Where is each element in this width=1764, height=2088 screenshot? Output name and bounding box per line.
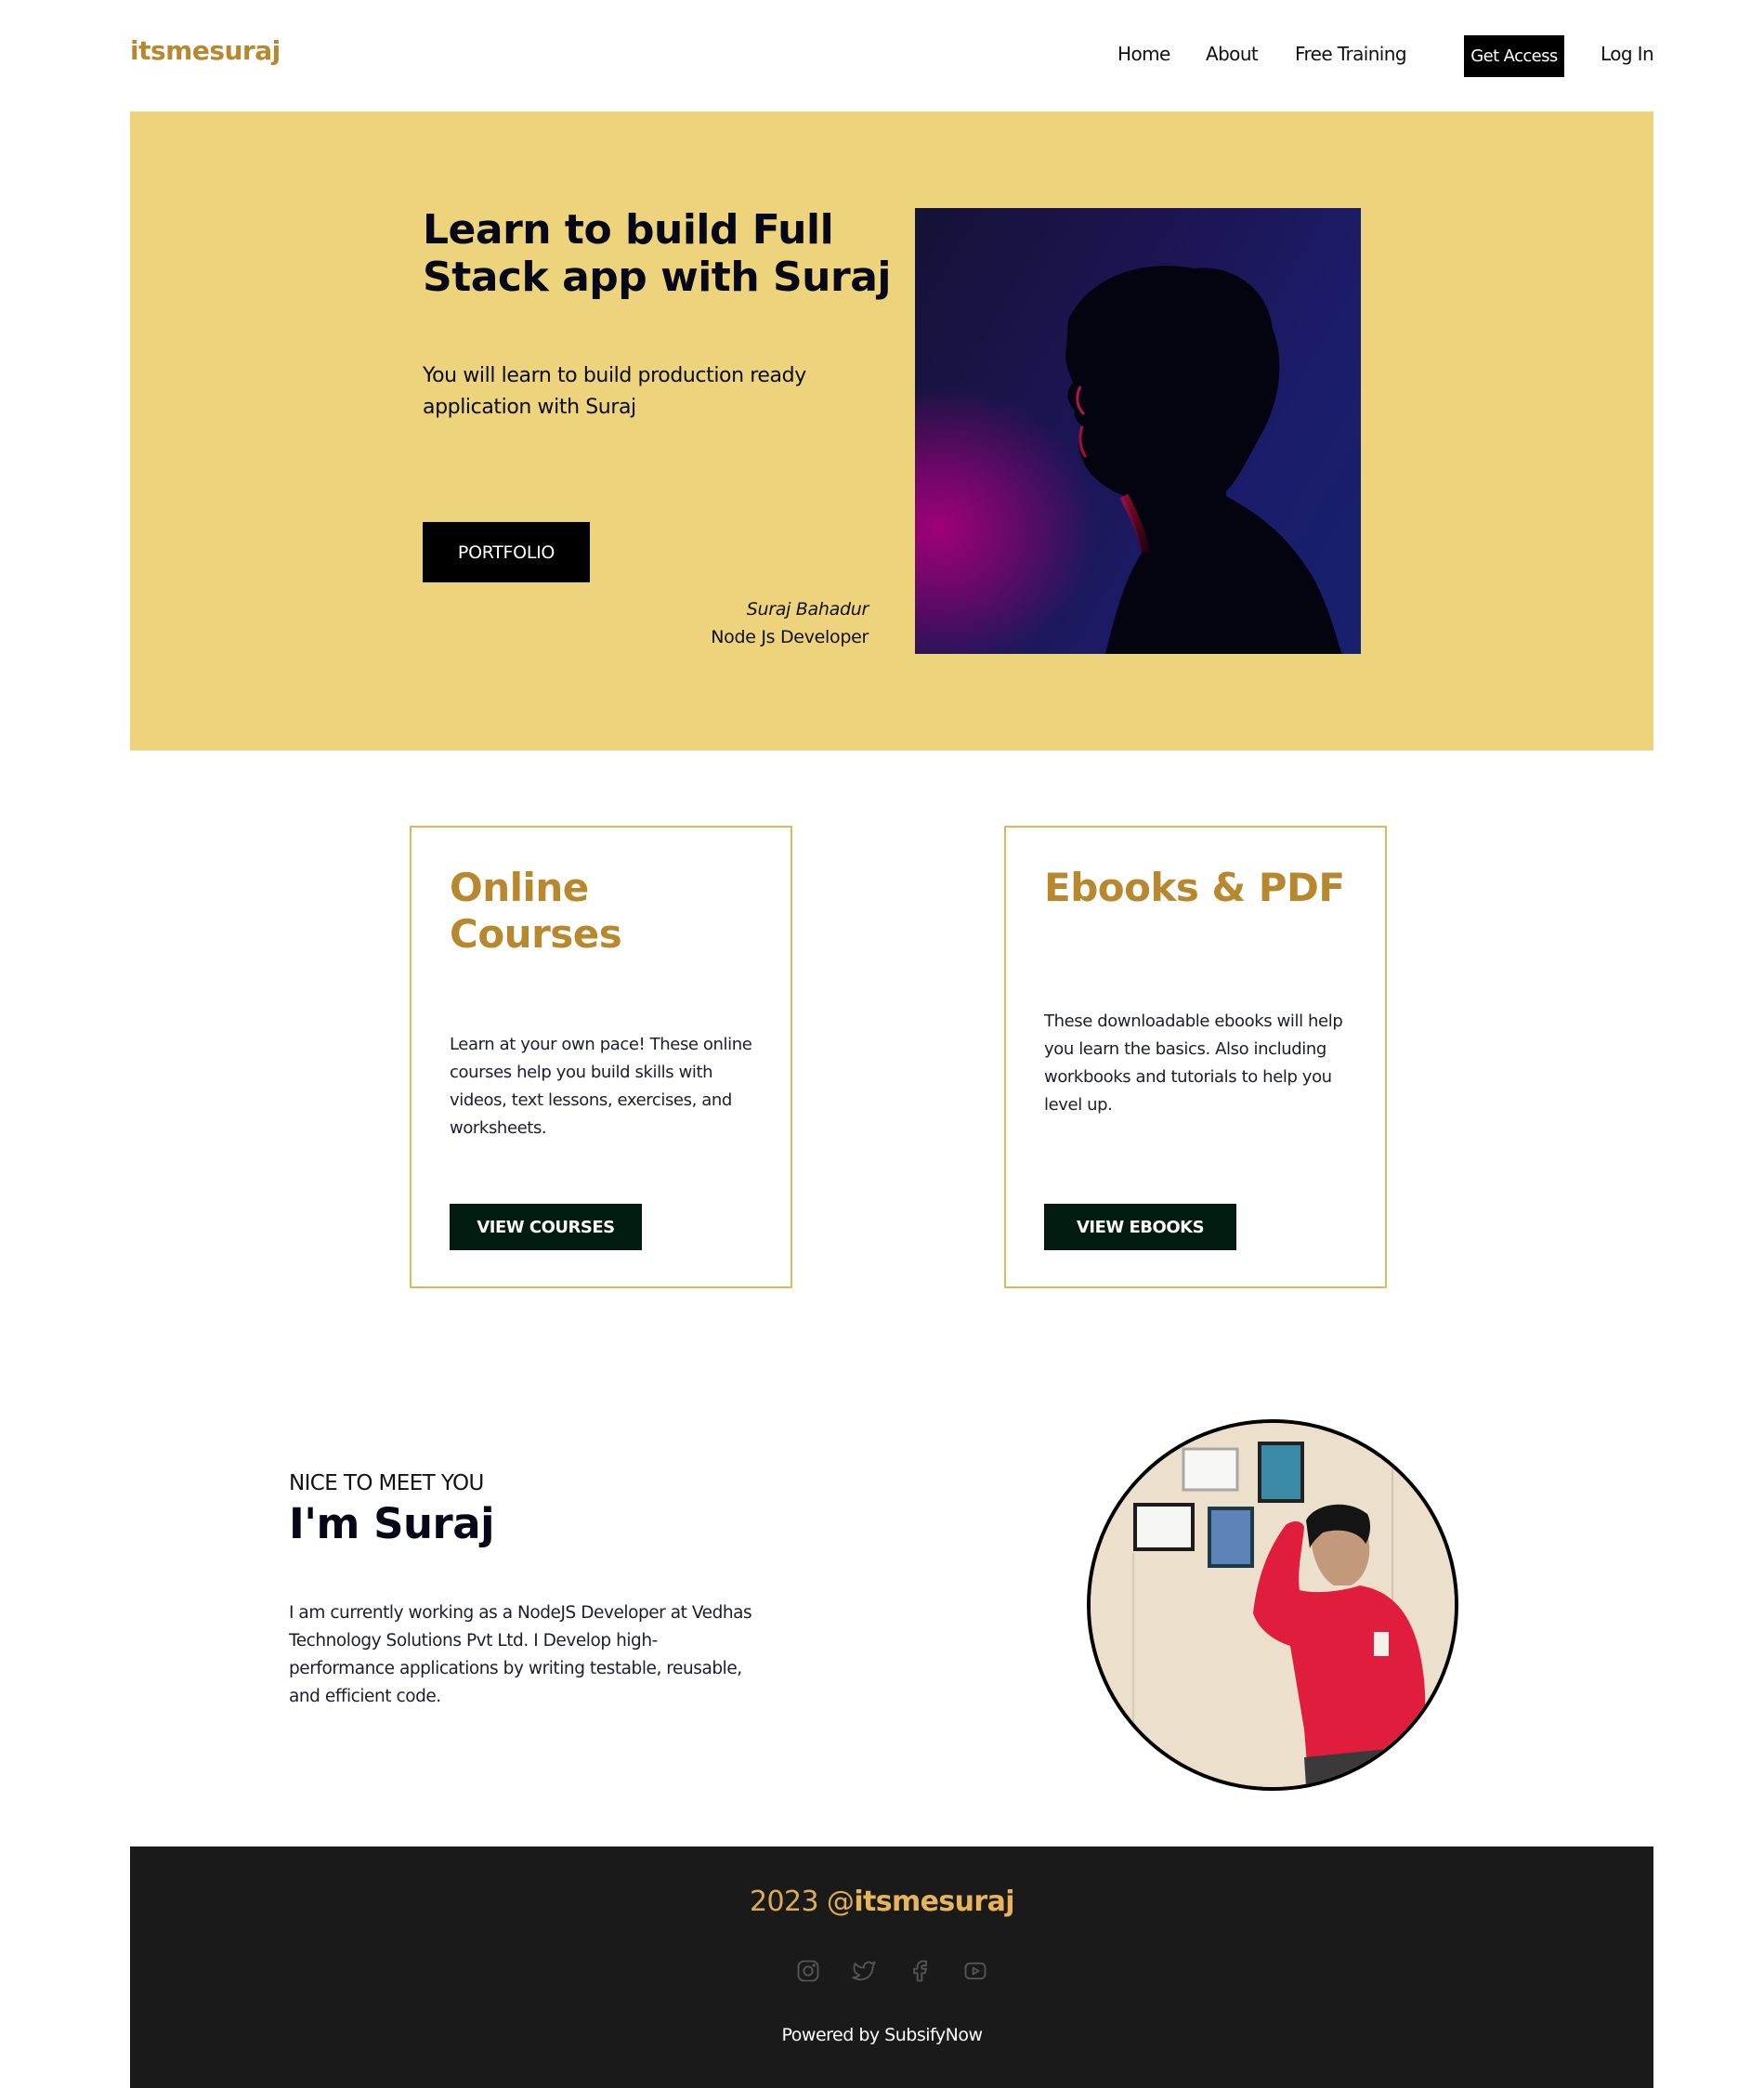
about-title: I'm Suraj [289, 1499, 495, 1548]
login-link[interactable]: Log In [1601, 43, 1654, 65]
powered-by[interactable]: Powered by SubsifyNow [0, 2025, 1764, 2045]
about-eyebrow: NICE TO MEET YOU [289, 1471, 484, 1495]
nav-home[interactable]: Home [1117, 43, 1170, 65]
youtube-icon[interactable] [962, 1958, 988, 1984]
portfolio-button[interactable]: PORTFOLIO [423, 522, 590, 582]
card-ebooks: Ebooks & PDF These downloadable ebooks w… [1004, 826, 1387, 1288]
view-ebooks-button[interactable]: VIEW EBOOKS [1044, 1204, 1236, 1250]
facebook-icon[interactable] [907, 1958, 933, 1984]
footer-handle[interactable]: itsmesuraj [854, 1886, 1014, 1918]
footer-brand: 2023 @itsmesuraj [0, 1886, 1764, 1918]
card-description: Learn at your own pace! These online cou… [450, 1035, 752, 1138]
twitter-icon[interactable] [851, 1958, 877, 1984]
author-name: Suraj Bahadur [746, 599, 869, 620]
footer [130, 1847, 1653, 2088]
card-description: These downloadable ebooks will help you … [1044, 1011, 1343, 1115]
silhouette-graphic [1065, 266, 1342, 654]
card-title: Online Courses [450, 865, 622, 957]
hero-subtitle: You will learn to build production ready… [423, 364, 806, 419]
get-access-button[interactable]: Get Access [1464, 35, 1564, 77]
view-courses-button[interactable]: VIEW COURSES [450, 1204, 642, 1250]
profile-photo-graphic [1091, 1423, 1455, 1787]
nav-about[interactable]: About [1206, 43, 1259, 65]
about-description: I am currently working as a NodeJS Devel… [289, 1603, 752, 1706]
card-title: Ebooks & PDF [1044, 865, 1345, 910]
about-profile-image [1087, 1419, 1458, 1791]
nav-free-training[interactable]: Free Training [1295, 43, 1407, 65]
site-logo[interactable]: itsmesuraj [130, 35, 281, 66]
card-online-courses: Online Courses Learn at your own pace! T… [410, 826, 792, 1288]
author-role: Node Js Developer [711, 627, 869, 647]
hero-title: Learn to build Full Stack app with Suraj [423, 206, 891, 301]
instagram-icon[interactable] [795, 1958, 821, 1984]
hero-portrait-image [915, 208, 1361, 654]
footer-year: 2023 @ [750, 1886, 855, 1918]
